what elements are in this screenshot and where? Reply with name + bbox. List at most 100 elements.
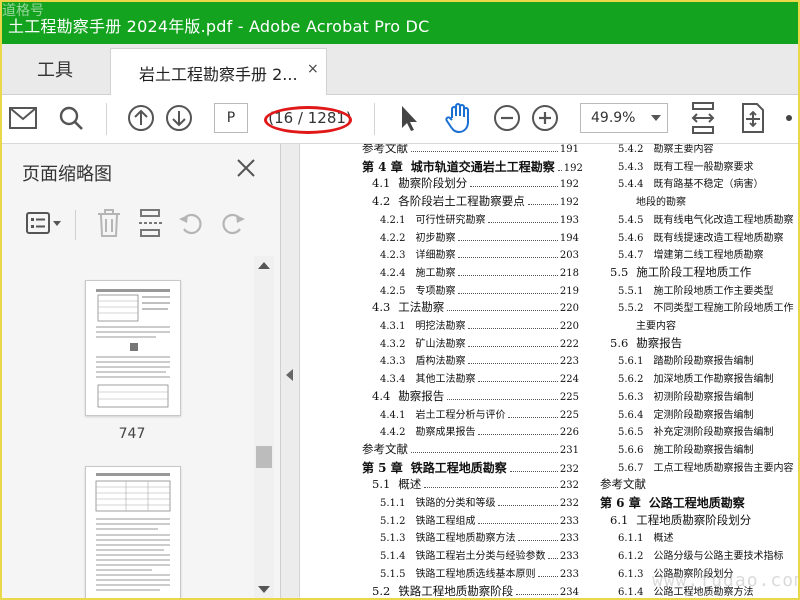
toc-entry[interactable]: 第 4 章城市轨道交通岩土工程勘察 192	[362, 158, 583, 176]
toc-entry[interactable]: 第 5 章铁路工程地质勘察 232	[362, 459, 579, 477]
toc-entry[interactable]: 5.6.1 踏勘阶段勘察报告编制	[600, 352, 798, 370]
toc-entry[interactable]: 5.1.3 铁路工程地质勘察方法 233	[362, 529, 579, 547]
next-page-button[interactable]	[162, 101, 196, 135]
panel-close-button[interactable]	[232, 154, 260, 182]
toc-entry[interactable]: 4.1 勘察阶段划分 192	[362, 175, 579, 193]
toc-entry-number: 5.1.4	[380, 551, 406, 563]
toc-entry[interactable]: 5.4.2 勘察主要内容	[600, 144, 798, 158]
chevron-left-icon[interactable]	[286, 369, 293, 381]
toc-entry[interactable]: 4.4.1 岩土工程分析与评价 225	[362, 406, 579, 424]
toc-entry[interactable]: 4.2.5 专项勘察 219	[362, 282, 579, 300]
toc-entry[interactable]: 5.1 概述 232	[362, 476, 579, 494]
document-view[interactable]: 参考文献 191 第 4 章城市轨道交通岩土工程勘察 192 4.1 勘察阶段划分 192 4…	[300, 144, 798, 598]
thumbnail-scrollbar[interactable]	[254, 256, 274, 598]
toc-entry[interactable]: 5.6.6 施工阶段勘察报告编制	[600, 441, 798, 459]
hand-tool-button[interactable]	[442, 101, 476, 135]
toc-entry[interactable]: 5.6.5 补充定测阶段勘察报告编制	[600, 423, 798, 441]
toc-leader-dots	[516, 593, 558, 595]
toc-entry-number: 4.1	[372, 176, 391, 191]
delete-page-button[interactable]	[92, 206, 126, 240]
toc-entry-number: 5.6.5	[618, 427, 644, 439]
toc-entry[interactable]: 4.2 各阶段岩土工程勘察要点 192	[362, 193, 579, 211]
toc-entry-number: 5.6.7	[618, 462, 644, 474]
toc-entry-title: 补充定测阶段勘察报告编制	[653, 427, 774, 439]
toc-entry[interactable]: 5.1.5 铁路工程地质选线基本原则 233	[362, 565, 579, 583]
toc-entry-page: 219	[559, 285, 579, 297]
toc-entry[interactable]: 6.1.2 公路分级与公路主要技术指标	[600, 547, 798, 565]
rotate-left-button[interactable]	[174, 206, 208, 240]
toc-entry[interactable]: 5.4.6 既有线提速改造工程地质勘察	[600, 229, 798, 247]
tab-tools[interactable]: 工具	[2, 44, 108, 94]
zoom-select[interactable]: 49.9%	[580, 103, 668, 133]
toc-entry-title: 盾构法勘察	[415, 356, 466, 368]
toc-entry[interactable]: 4.3.1 明挖法勘察 220	[362, 317, 579, 335]
toc-entry[interactable]: 参考文献	[600, 476, 798, 494]
toc-entry[interactable]: 5.4.7 增建第二线工程地质勘察	[600, 246, 798, 264]
toc-entry[interactable]: 4.2.3 详细勘察 203	[362, 246, 579, 264]
toc-entry[interactable]: 5.2 铁路工程地质勘察阶段 234	[362, 583, 579, 599]
full-screen-button[interactable]	[736, 101, 770, 135]
toc-entry[interactable]: 主要内容	[600, 317, 798, 335]
email-button[interactable]	[6, 101, 40, 135]
toc-entry-number: 4.3.4	[380, 374, 406, 386]
toc-entry[interactable]: 5.4.3 既有工程一般勘察要求	[600, 158, 798, 176]
toc-entry[interactable]: 4.4 勘察报告 225	[362, 388, 579, 406]
panel-collapse-strip[interactable]	[281, 144, 300, 598]
toc-entry[interactable]: 5.6 勘察报告	[600, 335, 798, 353]
toc-entry[interactable]: 6.1 工程地质勘察阶段划分	[600, 512, 798, 530]
toc-leader-dots	[447, 398, 558, 400]
toc-entry[interactable]: 5.4.5 既有线电气化改造工程地质勘察	[600, 211, 798, 229]
toc-entry[interactable]: 4.3.2 矿山法勘察 222	[362, 335, 579, 353]
toc-entry[interactable]: 4.3 工法勘察 220	[362, 299, 579, 317]
toc-entry[interactable]: 4.3.4 其他工法勘察 224	[362, 370, 579, 388]
zoom-in-button[interactable]	[528, 101, 562, 135]
toc-entry[interactable]: 4.2.4 施工勘察 218	[362, 264, 579, 282]
toc-entry-title: 岩土工程分析与评价	[415, 409, 506, 421]
toc-entry[interactable]: 4.2.2 初步勘察 194	[362, 229, 579, 247]
toc-entry-number: 5.6.2	[618, 374, 644, 386]
toc-entry[interactable]: 5.6.2 加深地质工作勘察报告编制	[600, 370, 798, 388]
toc-entry[interactable]: 5.6.7 工点工程地质勘察报告主要内容	[600, 459, 798, 477]
toc-entry[interactable]: 4.2.1 可行性研究勘察 193	[362, 211, 579, 229]
toc-entry[interactable]: 第 6 章公路工程地质勘察	[600, 494, 798, 512]
toc-entry[interactable]: 5.5 施工阶段工程地质工作	[600, 264, 798, 282]
tab-document[interactable]: 岩土工程勘察手册 2... ×	[110, 48, 327, 95]
toc-entry[interactable]: 5.1.2 铁路工程组成 233	[362, 512, 579, 530]
toc-entry[interactable]: 4.3.3 盾构法勘察 223	[362, 352, 579, 370]
rotate-right-button[interactable]	[216, 206, 250, 240]
toc-entry[interactable]: 5.4.4 既有路基不稳定（病害）	[600, 175, 798, 193]
previous-page-button[interactable]	[124, 101, 158, 135]
scroll-up-icon[interactable]	[258, 262, 270, 269]
select-tool-button[interactable]	[392, 101, 426, 135]
more-tools-button[interactable]	[780, 101, 798, 135]
toc-entry[interactable]: 参考文献 191	[362, 144, 579, 158]
toc-entry[interactable]: 5.6.4 定测阶段勘察报告编制	[600, 406, 798, 424]
toc-entry[interactable]: 5.1.1 铁路的分类和等级 232	[362, 494, 579, 512]
toc-entry[interactable]: 5.1.4 铁路工程岩土分类与经验参数 233	[362, 547, 579, 565]
toc-entry[interactable]: 5.6.3 初测阶段勘察报告编制	[600, 388, 798, 406]
toc-entry[interactable]: 5.5.2 不同类型工程施工阶段地质工作	[600, 299, 798, 317]
thumbnail-options-button[interactable]	[24, 206, 64, 240]
page-thumbnail[interactable]	[85, 466, 181, 598]
toc-entry[interactable]: 地段的勘察	[600, 193, 798, 211]
toc-entry[interactable]: 参考文献 231	[362, 441, 579, 459]
extract-page-button[interactable]	[134, 206, 168, 240]
toc-entry[interactable]: 4.4.2 勘察成果报告 226	[362, 423, 579, 441]
toc-entry-page: 233	[559, 533, 579, 545]
toc-leader-dots	[411, 151, 558, 152]
envelope-icon	[9, 107, 37, 129]
search-button[interactable]	[54, 101, 88, 135]
fit-width-button[interactable]	[686, 101, 720, 135]
scroll-down-icon[interactable]	[258, 586, 270, 593]
scrollbar-thumb[interactable]	[256, 446, 272, 468]
watermark-text: www.fudao.com	[652, 570, 800, 591]
zoom-out-button[interactable]	[490, 101, 524, 135]
page-thumbnail[interactable]	[85, 280, 181, 416]
tab-close-icon[interactable]: ×	[307, 61, 319, 77]
tab-bar: 工具 岩土工程勘察手册 2... ×	[2, 44, 798, 95]
toc-entry[interactable]: 6.1.1 概述	[600, 529, 798, 547]
toc-entry[interactable]: 5.5.1 施工阶段地质工作主要类型	[600, 282, 798, 300]
toc-entry-number: 第 5 章	[362, 460, 403, 475]
panel-title: 页面缩略图	[22, 164, 112, 185]
page-number-input[interactable]: P	[214, 103, 248, 133]
